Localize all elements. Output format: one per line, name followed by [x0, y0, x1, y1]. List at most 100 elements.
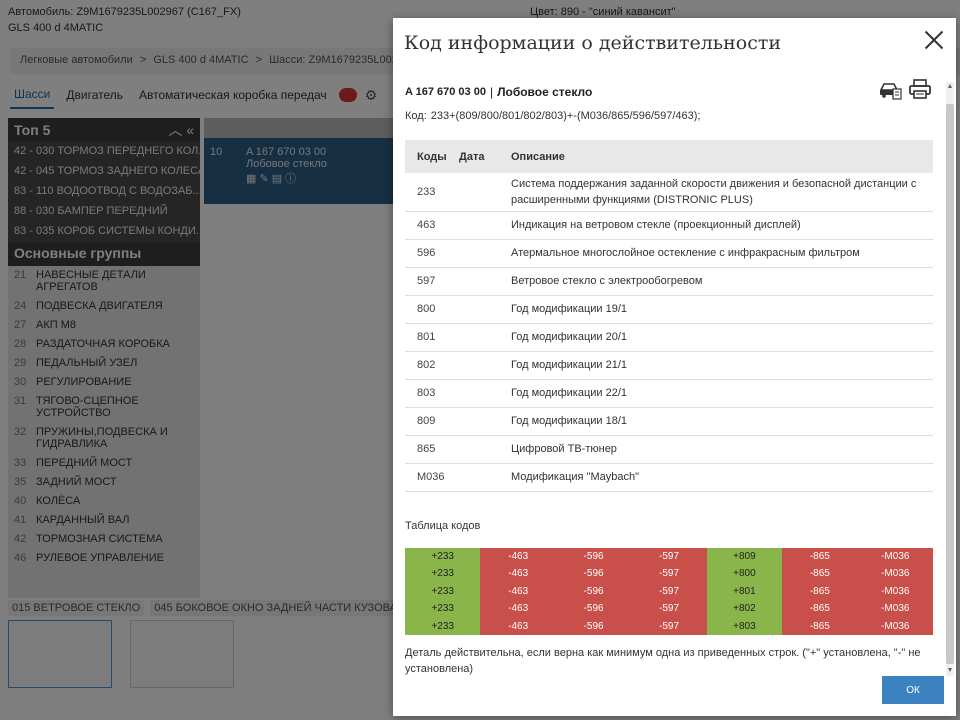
- table-row: 463 Индикация на ветровом стекле (проекци…: [405, 211, 933, 240]
- print-icon[interactable]: [908, 78, 932, 100]
- code-matrix-cell: -597: [631, 617, 707, 636]
- table-row: 596 Атермальное многослойное остекление с…: [405, 239, 933, 268]
- table-row: M036 Модификация "Maybach": [405, 463, 933, 492]
- code-expression-line: Код: 233+(809/800/801/802/803)+-(M036/865…: [405, 110, 932, 126]
- code-matrix-cell: +233: [405, 582, 481, 601]
- row-code: 803: [405, 379, 459, 408]
- part-number: A 167 670 03 00: [405, 86, 486, 98]
- part-header: A 167 670 03 00 | Лобовое стекло: [405, 78, 932, 106]
- code-matrix-cell: +233: [405, 617, 481, 636]
- row-date: [459, 239, 499, 268]
- scroll-down-icon[interactable]: ▼: [946, 666, 954, 676]
- code-matrix-cell: +800: [706, 565, 783, 583]
- row-code: 801: [405, 323, 459, 352]
- code-matrix-cell: -463: [480, 600, 556, 618]
- row-code: 800: [405, 295, 459, 324]
- code-table-title: Таблица кодов: [405, 519, 481, 532]
- code-matrix-cell: -596: [555, 600, 632, 618]
- table-header-row: Коды Дата Описание: [405, 140, 933, 173]
- row-code: M036: [405, 463, 459, 492]
- table-row: 809 Год модификации 18/1: [405, 407, 933, 436]
- code-matrix-cell: -865: [782, 547, 858, 566]
- vehicle-info-icon[interactable]: [878, 78, 902, 100]
- table-row: 865 Цифровой ТВ-тюнер: [405, 435, 933, 464]
- row-date: [459, 173, 499, 212]
- col-description: Описание: [499, 140, 933, 173]
- code-matrix-cell: -865: [782, 617, 858, 636]
- row-description: Модификация "Maybach": [499, 463, 933, 492]
- row-description: Год модификации 21/1: [499, 351, 933, 380]
- code-expression: 233+(809/800/801/802/803)+-(M036/865/596…: [430, 110, 701, 122]
- ok-button[interactable]: ОК: [882, 676, 944, 704]
- code-matrix-cell: +809: [706, 547, 783, 566]
- code-matrix-cell: -M036: [857, 547, 933, 566]
- code-matrix-cell: -M036: [857, 582, 933, 601]
- validity-code-dialog: Код информации о действительности A 167 …: [393, 18, 956, 716]
- row-date: [459, 267, 499, 296]
- row-date: [459, 435, 499, 464]
- part-name: Лобовое стекло: [497, 85, 593, 99]
- tool-icons: [878, 78, 932, 100]
- code-matrix-cell: -M036: [857, 617, 933, 636]
- col-codes: Коды: [405, 140, 459, 173]
- code-matrix-cell: -597: [631, 582, 707, 601]
- code-matrix-cell: +233: [405, 547, 481, 566]
- code-matrix: +233 -463 -596 -597 +809 -865 -M036 +233 -463 -59…: [405, 547, 933, 636]
- table-row: 597 Ветровое стекло с электрообогревом: [405, 267, 933, 296]
- row-date: [459, 323, 499, 352]
- code-matrix-cell: -597: [631, 565, 707, 583]
- dialog-title: Код информации о действительности: [404, 32, 782, 54]
- code-matrix-cell: +802: [706, 600, 783, 618]
- code-matrix-cell: -M036: [857, 565, 933, 583]
- code-matrix-cell: +801: [706, 582, 783, 601]
- row-date: [459, 463, 499, 492]
- scrollbar-thumb[interactable]: [946, 104, 954, 664]
- row-code: 596: [405, 239, 459, 268]
- dialog-scrollbar[interactable]: ▲ ▼: [946, 82, 954, 676]
- row-date: [459, 211, 499, 240]
- table-row: 802 Год модификации 21/1: [405, 351, 933, 380]
- code-matrix-cell: -596: [555, 565, 632, 583]
- code-matrix-cell: -596: [555, 547, 632, 566]
- row-code: 865: [405, 435, 459, 464]
- code-matrix-cell: -865: [782, 565, 858, 583]
- code-matrix-cell: -463: [480, 547, 556, 566]
- row-date: [459, 351, 499, 380]
- code-matrix-cell: -597: [631, 547, 707, 566]
- code-matrix-cell: -M036: [857, 600, 933, 618]
- table-row: 801 Год модификации 20/1: [405, 323, 933, 352]
- row-description: Цифровой ТВ-тюнер: [499, 435, 933, 464]
- scroll-up-icon[interactable]: ▲: [946, 82, 954, 92]
- close-icon[interactable]: [924, 30, 944, 50]
- code-matrix-cell: +233: [405, 565, 481, 583]
- row-description: Индикация на ветровом стекле (проекционн…: [499, 211, 933, 240]
- code-matrix-cell: -463: [480, 617, 556, 636]
- row-description: Год модификации 19/1: [499, 295, 933, 324]
- code-matrix-cell: +233: [405, 600, 481, 618]
- row-date: [459, 295, 499, 324]
- row-description: Ветровое стекло с электрообогревом: [499, 267, 933, 296]
- table-row: 233 Система поддержания заданной скорости…: [405, 173, 933, 212]
- dialog-body: A 167 670 03 00 | Лобовое стекло Код: 23…: [393, 74, 944, 680]
- row-code: 597: [405, 267, 459, 296]
- code-matrix-cell: -865: [782, 600, 858, 618]
- col-date: Дата: [459, 140, 499, 173]
- row-date: [459, 379, 499, 408]
- row-code: 809: [405, 407, 459, 436]
- row-description: Год модификации 22/1: [499, 379, 933, 408]
- row-code: 463: [405, 211, 459, 240]
- code-matrix-cell: +803: [706, 617, 783, 636]
- row-date: [459, 407, 499, 436]
- row-description: Система поддержания заданной скорости дв…: [499, 173, 933, 212]
- validity-note: Деталь действительна, если верна как мин…: [405, 647, 921, 676]
- code-matrix-cell: -463: [480, 565, 556, 583]
- code-matrix-cell: -596: [555, 582, 632, 601]
- row-description: Год модификации 20/1: [499, 323, 933, 352]
- code-matrix-cell: -596: [555, 617, 632, 636]
- table-row: 803 Год модификации 22/1: [405, 379, 933, 408]
- code-matrix-cell: -597: [631, 600, 707, 618]
- row-description: Атермальное многослойное остекление с ин…: [499, 239, 933, 268]
- code-matrix-cell: -865: [782, 582, 858, 601]
- part-separator: |: [489, 85, 494, 99]
- row-description: Год модификации 18/1: [499, 407, 933, 436]
